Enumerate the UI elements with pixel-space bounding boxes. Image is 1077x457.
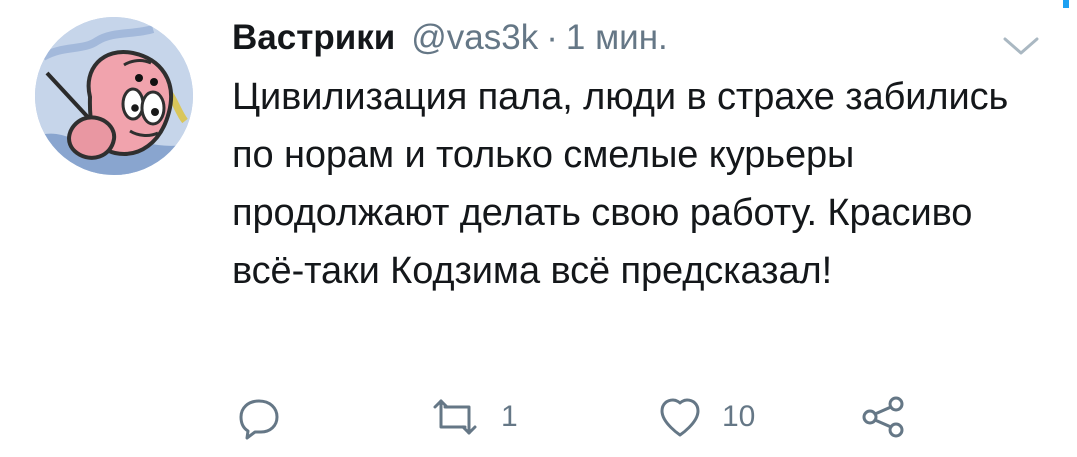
meta-separator: · [546,18,558,57]
reply-button[interactable] [235,387,283,447]
tweet-text: Цивилизация пала, люди в страхе забились… [232,76,1009,292]
share-icon [860,393,908,441]
tweet-meta: @vas3k · 1 мин. [411,20,667,55]
retweet-button[interactable]: 1 [427,387,518,447]
reply-icon [235,393,283,441]
chevron-down-icon[interactable] [1001,34,1041,58]
like-count: 10 [722,400,756,433]
corner-accent [1063,0,1069,8]
retweet-count: 1 [501,400,518,433]
share-button[interactable] [860,387,908,447]
tweet-card: Вастрики @vas3k · 1 мин. Цивилизация пала,… [0,0,1077,457]
cartoon-worm-avatar-image [35,17,193,175]
tweet-actions: 1 10 [235,387,935,447]
heart-icon [656,393,704,441]
display-name[interactable]: Вастрики [232,20,395,55]
retweet-icon [427,393,483,441]
like-button[interactable]: 10 [656,387,755,447]
tweet-content: Вастрики @vas3k · 1 мин. [232,20,1077,60]
tweet-header: Вастрики @vas3k · 1 мин. [232,20,1077,60]
user-handle[interactable]: @vas3k [411,18,538,57]
avatar[interactable] [35,17,193,175]
tweet-time[interactable]: 1 мин. [566,18,668,57]
